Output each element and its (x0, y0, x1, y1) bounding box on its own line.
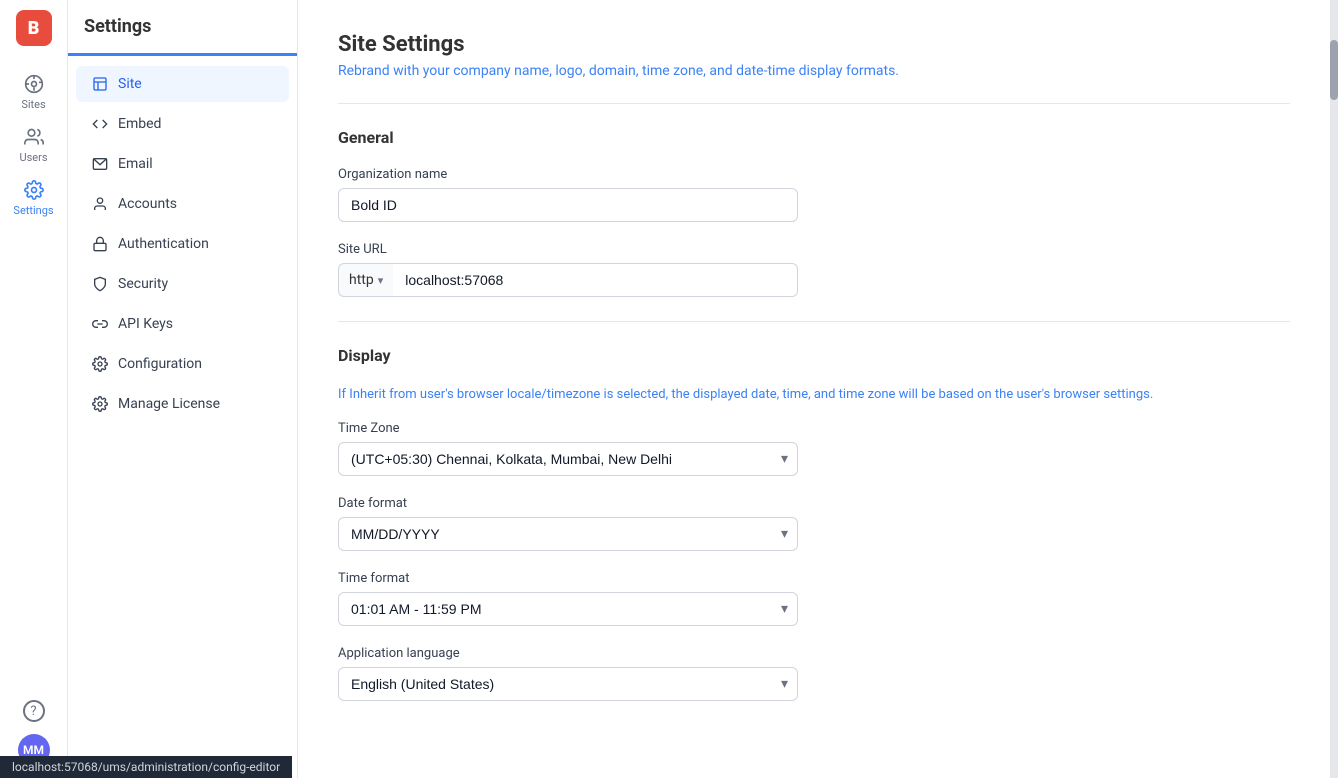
timezone-select[interactable]: (UTC+05:30) Chennai, Kolkata, Mumbai, Ne… (338, 442, 798, 476)
url-protocol-select[interactable]: http ▾ (338, 263, 393, 297)
sidebar-item-embed[interactable]: Embed (76, 106, 289, 142)
sidebar-item-authentication[interactable]: Authentication (76, 226, 289, 262)
manage-license-icon (92, 396, 108, 412)
page-subtitle-text: Rebrand with your company name, logo, do… (338, 63, 899, 79)
sites-icon (24, 74, 44, 94)
configuration-icon (92, 356, 108, 372)
security-icon (92, 276, 108, 292)
sidebar-item-email[interactable]: Email (76, 146, 289, 182)
time-format-select[interactable]: 01:01 AM - 11:59 PM (338, 592, 798, 626)
divider-display (338, 321, 1290, 322)
date-format-select-wrapper: MM/DD/YYYY ▾ (338, 517, 798, 551)
url-protocol-value: http (349, 272, 374, 288)
time-format-group: Time format 01:01 AM - 11:59 PM ▾ (338, 571, 1290, 626)
general-section-title: General (338, 128, 1290, 147)
nav-help[interactable]: ? (0, 692, 67, 734)
nav-users-label: Users (19, 151, 47, 164)
org-name-input[interactable] (338, 188, 798, 222)
api-keys-icon (92, 316, 108, 332)
sidebar-item-api-keys[interactable]: API Keys (76, 306, 289, 342)
date-format-group: Date format MM/DD/YYYY ▾ (338, 496, 1290, 551)
main-content: Site Settings Rebrand with your company … (298, 0, 1330, 778)
app-language-label: Application language (338, 646, 1290, 661)
sidebar-item-accounts-label: Accounts (118, 196, 177, 212)
time-format-select-wrapper: 01:01 AM - 11:59 PM ▾ (338, 592, 798, 626)
sidebar-item-manage-license-label: Manage License (118, 396, 220, 412)
page-title: Site Settings (338, 32, 1290, 57)
sidebar: Settings Site Embed Email Accounts Authe… (68, 0, 298, 778)
date-format-select[interactable]: MM/DD/YYYY (338, 517, 798, 551)
sidebar-item-configuration[interactable]: Configuration (76, 346, 289, 382)
sidebar-item-configuration-label: Configuration (118, 356, 202, 372)
page-subtitle: Rebrand with your company name, logo, do… (338, 63, 1290, 79)
date-format-label: Date format (338, 496, 1290, 511)
timezone-label: Time Zone (338, 421, 1290, 436)
sidebar-item-security[interactable]: Security (76, 266, 289, 302)
sidebar-item-site-label: Site (118, 76, 142, 92)
scrollbar-thumb[interactable] (1330, 40, 1338, 100)
nav-sites-label: Sites (21, 98, 45, 111)
url-protocol-arrow: ▾ (378, 274, 384, 287)
email-icon (92, 156, 108, 172)
sidebar-item-manage-license[interactable]: Manage License (76, 386, 289, 422)
org-name-label: Organization name (338, 167, 1290, 182)
users-icon (24, 127, 44, 147)
help-icon: ? (23, 700, 45, 722)
sidebar-item-api-keys-label: API Keys (118, 316, 173, 332)
status-bar: localhost:57068/ums/administration/confi… (0, 756, 292, 778)
site-url-group: Site URL http ▾ (338, 242, 1290, 297)
avatar-initials: MM (23, 743, 44, 757)
timezone-group: Time Zone (UTC+05:30) Chennai, Kolkata, … (338, 421, 1290, 476)
url-host-input[interactable] (393, 263, 798, 297)
nav-users[interactable]: Users (0, 119, 67, 172)
divider-general (338, 103, 1290, 104)
sidebar-title: Settings (68, 16, 297, 56)
sidebar-item-security-label: Security (118, 276, 168, 292)
logo-letter: B (28, 18, 40, 39)
app-language-select[interactable]: English (United States) (338, 667, 798, 701)
sidebar-item-site[interactable]: Site (76, 66, 289, 102)
sidebar-item-embed-label: Embed (118, 116, 161, 132)
display-section-title: Display (338, 346, 1290, 365)
nav-sites[interactable]: Sites (0, 66, 67, 119)
nav-settings[interactable]: Settings (0, 172, 67, 225)
time-format-label: Time format (338, 571, 1290, 586)
app-language-select-wrapper: English (United States) ▾ (338, 667, 798, 701)
embed-icon (92, 116, 108, 132)
sidebar-item-email-label: Email (118, 156, 153, 172)
nav-settings-label: Settings (13, 204, 53, 217)
app-logo[interactable]: B (16, 10, 52, 46)
authentication-icon (92, 236, 108, 252)
app-language-group: Application language English (United Sta… (338, 646, 1290, 701)
org-name-group: Organization name (338, 167, 1290, 222)
settings-icon (24, 180, 44, 200)
url-group: http ▾ (338, 263, 798, 297)
right-scrollbar (1330, 0, 1338, 778)
site-icon (92, 76, 108, 92)
timezone-select-wrapper: (UTC+05:30) Chennai, Kolkata, Mumbai, Ne… (338, 442, 798, 476)
sidebar-item-authentication-label: Authentication (118, 236, 209, 252)
sidebar-item-accounts[interactable]: Accounts (76, 186, 289, 222)
status-bar-url: localhost:57068/ums/administration/confi… (12, 760, 280, 774)
site-url-label: Site URL (338, 242, 1290, 257)
display-note: If Inherit from user's browser locale/ti… (338, 385, 1290, 405)
icon-nav: B Sites Users Settings ? MM (0, 0, 68, 778)
accounts-icon (92, 196, 108, 212)
